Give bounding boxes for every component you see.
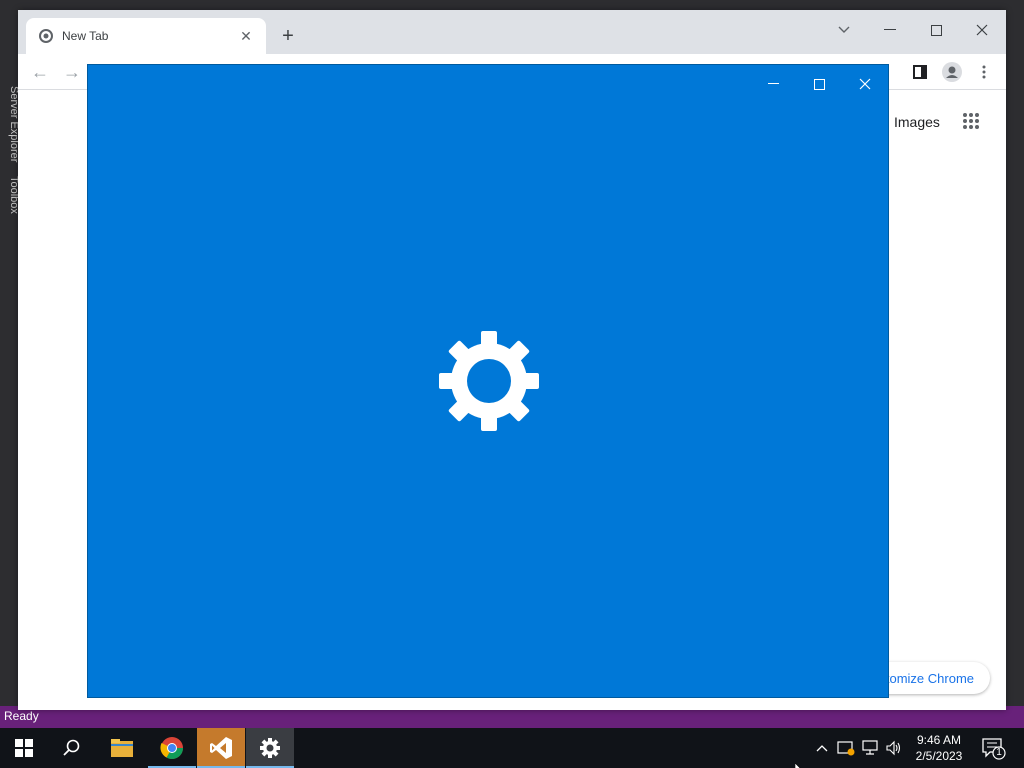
chrome-menu-icon[interactable]	[972, 60, 996, 84]
settings-close-button[interactable]	[842, 69, 888, 99]
chrome-favicon-icon	[38, 28, 54, 44]
start-button[interactable]	[0, 728, 48, 768]
security-alert-icon[interactable]	[836, 738, 856, 758]
settings-maximize-button[interactable]	[796, 69, 842, 99]
windows-taskbar: 9:46 AM 2/5/2023 1	[0, 728, 1024, 768]
settings-splash-window	[87, 64, 889, 698]
gear-icon	[439, 331, 539, 431]
settings-taskbar-icon[interactable]	[246, 728, 294, 768]
minimize-button[interactable]	[872, 16, 908, 44]
back-button[interactable]: ←	[28, 60, 52, 84]
images-link[interactable]: Images	[894, 114, 940, 130]
action-center-icon[interactable]: 1	[982, 738, 1006, 760]
show-hidden-icons-chevron-up-icon[interactable]	[812, 738, 832, 758]
new-tab-button[interactable]: +	[276, 24, 300, 48]
close-tab-icon[interactable]: ✕	[238, 28, 254, 44]
forward-button[interactable]: →	[60, 60, 84, 84]
search-icon[interactable]	[48, 728, 96, 768]
profile-avatar-icon[interactable]	[940, 60, 964, 84]
file-explorer-icon[interactable]	[98, 728, 146, 768]
customize-chrome-label: tomize Chrome	[885, 670, 974, 686]
close-window-button[interactable]	[964, 16, 1000, 44]
visual-studio-taskbar-icon[interactable]	[197, 728, 245, 768]
mouse-cursor-icon	[794, 760, 805, 768]
tab-new-tab[interactable]: New Tab ✕	[26, 18, 266, 54]
google-apps-icon[interactable]	[962, 112, 982, 132]
chrome-tab-bar: New Tab ✕ +	[18, 10, 1006, 54]
chrome-taskbar-icon[interactable]	[148, 728, 196, 768]
taskbar-clock[interactable]: 9:46 AM 2/5/2023	[906, 732, 972, 764]
status-text: Ready	[4, 709, 39, 723]
notification-count-badge: 1	[996, 747, 1002, 758]
clock-date: 2/5/2023	[915, 749, 963, 763]
volume-icon[interactable]	[884, 738, 904, 758]
maximize-button[interactable]	[918, 16, 954, 44]
settings-minimize-button[interactable]	[750, 69, 796, 99]
network-icon[interactable]	[860, 738, 880, 758]
side-panel-icon[interactable]	[908, 60, 932, 84]
tab-search-icon[interactable]	[826, 16, 862, 44]
tab-title: New Tab	[62, 29, 109, 43]
clock-time: 9:46 AM	[916, 733, 962, 747]
